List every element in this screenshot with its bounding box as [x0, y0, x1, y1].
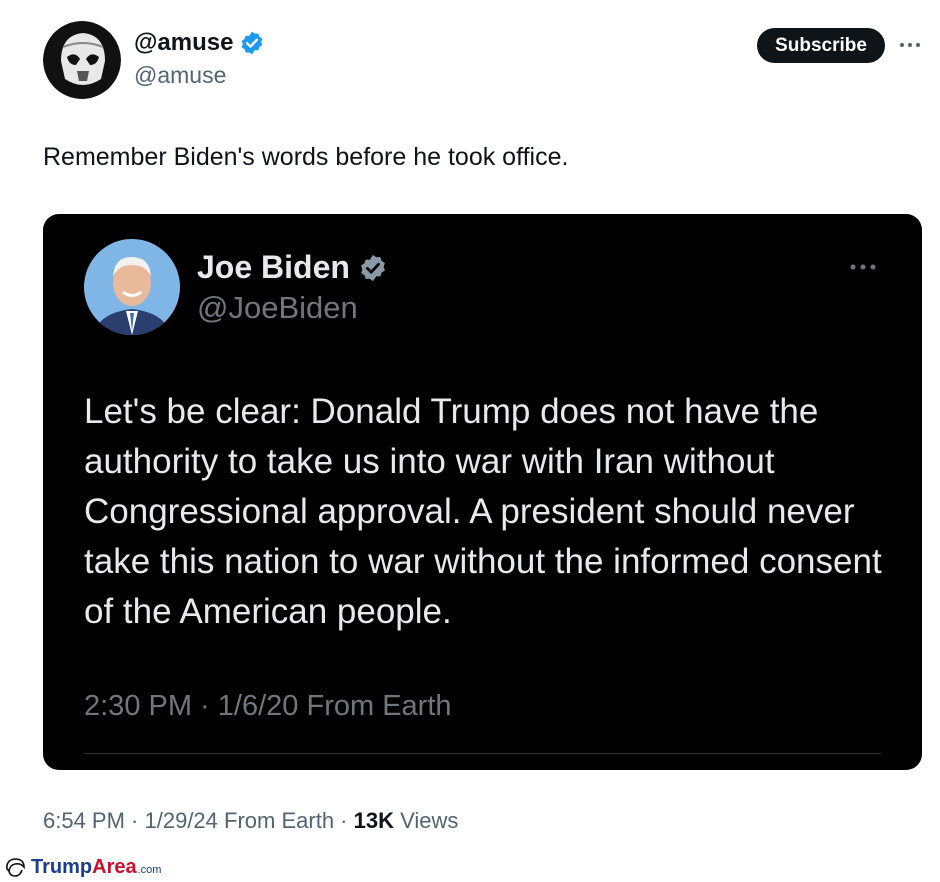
quoted-author-avatar[interactable]	[84, 239, 180, 335]
verified-badge-icon	[361, 254, 385, 281]
author-name[interactable]: @amuse	[134, 29, 233, 57]
tweet-text: Remember Biden's words before he took of…	[43, 143, 569, 171]
tweet-meta: 6:54 PM · 1/29/24 From Earth · 13K Views	[43, 808, 459, 833]
author-handle[interactable]: @amuse	[134, 62, 226, 89]
quoted-author-name[interactable]: Joe Biden	[197, 249, 350, 286]
more-options-icon[interactable]	[897, 33, 923, 57]
views-label[interactable]: Views	[400, 808, 458, 833]
tweet-date[interactable]: 1/29/24	[145, 808, 218, 833]
tweet-time[interactable]: 6:54 PM	[43, 808, 125, 833]
watermark-text: TrumpArea	[31, 856, 137, 879]
divider	[84, 753, 881, 754]
views-count[interactable]: 13K	[354, 808, 394, 833]
quoted-tweet-text: Let's be clear: Donald Trump does not ha…	[84, 392, 882, 631]
author-avatar[interactable]	[43, 21, 121, 99]
watermark-suffix: .com	[137, 863, 162, 876]
quoted-tweet-card[interactable]: Joe Biden @JoeBiden Let's be clear: Dona…	[43, 214, 922, 770]
more-options-icon[interactable]	[847, 255, 879, 279]
quoted-tweet-meta: 2:30 PM · 1/6/20 From Earth	[84, 690, 452, 722]
tweet-source: From Earth	[224, 808, 335, 833]
quoted-author-name-row: Joe Biden	[197, 249, 388, 286]
quoted-tweet-time[interactable]: 2:30 PM	[84, 690, 192, 722]
verified-badge-icon	[242, 31, 263, 55]
watermark: TrumpArea .com	[3, 855, 161, 879]
subscribe-button[interactable]: Subscribe	[757, 28, 885, 63]
author-name-row: @amuse	[134, 29, 265, 57]
quoted-tweet-date[interactable]: 1/6/20	[218, 690, 299, 722]
watermark-part1: Trump	[31, 855, 93, 878]
watermark-part2: Area	[92, 855, 137, 878]
quoted-author-handle[interactable]: @JoeBiden	[197, 290, 358, 326]
trump-hair-logo-icon	[6, 858, 25, 877]
quoted-tweet-source: From Earth	[306, 690, 452, 722]
